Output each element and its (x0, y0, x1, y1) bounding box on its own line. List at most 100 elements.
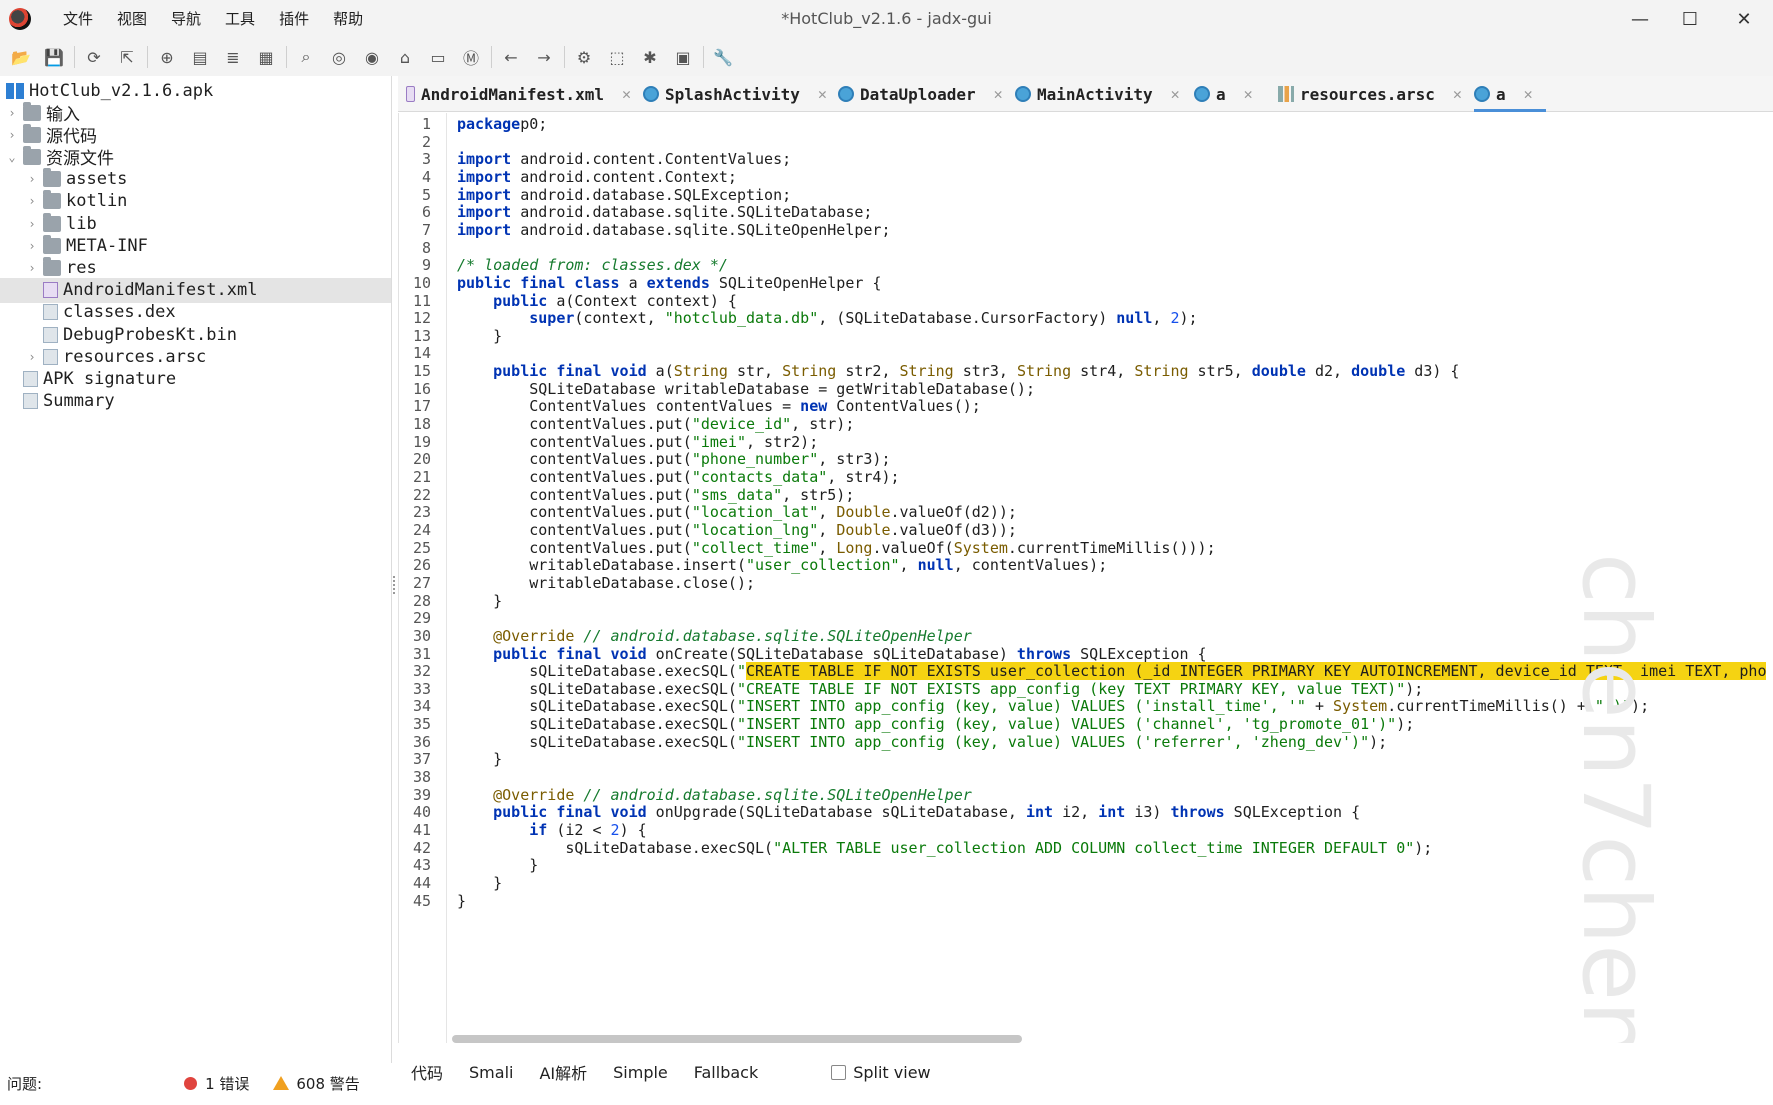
code-token: } (457, 856, 539, 875)
sync-icon[interactable]: ⊕ (154, 44, 180, 70)
manifest-icon (406, 86, 415, 102)
tab-a[interactable]: a ✕ (1194, 76, 1266, 112)
tree-item-label: APK signature (43, 368, 177, 389)
code-token: "collect_time" (691, 538, 819, 557)
error-count[interactable]: 1 错误 (205, 1073, 249, 1094)
code-editor[interactable]: 1 2 3 4 5 6 7 8 9 10 11 12 13 14 15 16 17 18 19 20 21 22 23 24 2… (398, 113, 1773, 1043)
search-icon[interactable]: ⌕ (293, 44, 319, 70)
method-icon[interactable]: Ⓜ (458, 44, 484, 70)
code-token: SQLException { (1224, 803, 1361, 822)
chevron-right-icon[interactable]: › (25, 217, 39, 231)
code-token: import (457, 185, 512, 204)
chevron-right-icon[interactable]: › (25, 261, 39, 275)
code-token: writableDatabase.insert( (457, 556, 746, 575)
menu-tools[interactable]: 工具 (213, 6, 267, 32)
code-token: } (457, 326, 503, 345)
save-icon[interactable]: 💾 (41, 44, 67, 70)
find-usage-icon[interactable]: ◉ (359, 44, 385, 70)
log-icon[interactable]: ▣ (670, 44, 696, 70)
settings-wrench-icon[interactable]: 🔧 (710, 44, 736, 70)
code-line: } (457, 326, 502, 346)
chevron-right-icon[interactable]: › (5, 106, 19, 120)
code-token: android.content.Context; (511, 167, 737, 186)
menu-bar: 文件 视图 导航 工具 插件 帮助 (51, 6, 375, 32)
code-token: ); (1414, 838, 1433, 857)
chevron-right-icon[interactable]: › (25, 172, 39, 186)
chevron-right-icon[interactable]: › (25, 239, 39, 253)
class-icon (838, 86, 854, 102)
watermark: chen7chen (1562, 553, 1669, 1043)
tab-close-icon[interactable]: ✕ (1524, 85, 1533, 103)
menu-file[interactable]: 文件 (51, 6, 105, 32)
code-token: "INSERT INTO app_config (key, value) VAL… (736, 715, 1397, 734)
code-token: 2 (610, 821, 620, 839)
code-token: if (529, 821, 548, 839)
horizontal-scrollbar[interactable] (452, 1035, 1022, 1043)
code-token: ) { (619, 821, 647, 839)
mode-fallback-tab[interactable]: Fallback (681, 1063, 771, 1082)
deobfuscation-icon[interactable]: ⚙ (571, 44, 597, 70)
bookmark-icon[interactable]: ⬚ (604, 44, 630, 70)
back-arrow-icon[interactable]: ← (498, 44, 524, 70)
code-token: sQLiteDatabase.execSQL( (457, 697, 737, 716)
chevron-right-icon[interactable]: › (25, 194, 39, 208)
flatten-icon[interactable]: ≣ (220, 44, 246, 70)
code-token: String (1134, 362, 1189, 381)
mode-smali-tab[interactable]: Smali (456, 1063, 526, 1082)
tab-resources-arsc[interactable]: resources.arsc ✕ (1278, 76, 1463, 112)
code-line: import android.database.sqlite.SQLiteOpe… (457, 220, 890, 240)
tab-datauploader[interactable]: DataUploader ✕ (838, 76, 1003, 112)
tab-close-icon[interactable]: ✕ (1453, 85, 1462, 103)
code-line: super(context, "hotclub_data.db", (SQLit… (457, 308, 1197, 328)
warning-count[interactable]: 608 警告 (296, 1073, 359, 1094)
code-token: CREATE TABLE IF NOT EXISTS user_collecti… (746, 662, 1767, 681)
tab-close-icon[interactable]: ✕ (1244, 85, 1253, 103)
mode-code-tab[interactable]: 代码 (398, 1060, 456, 1084)
code-token: Long (836, 538, 873, 557)
menu-navigation[interactable]: 导航 (159, 6, 213, 32)
package-icon (23, 123, 41, 143)
chevron-right-icon[interactable]: › (25, 350, 39, 364)
menu-plugins[interactable]: 插件 (267, 6, 321, 32)
folder-tree-icon[interactable]: ▤ (187, 44, 213, 70)
tab-mainactivity[interactable]: MainActivity ✕ (1015, 76, 1180, 112)
close-window-button[interactable]: ✕ (1716, 0, 1772, 38)
tab-androidmanifest-xml[interactable]: AndroidManifest.xml ✕ (406, 76, 631, 112)
signature-icon (23, 370, 38, 387)
code-token: // android.database.sqlite.SQLiteOpenHel… (574, 785, 972, 804)
minimize-button[interactable]: — (1612, 0, 1668, 38)
find-class-icon[interactable]: ◎ (326, 44, 352, 70)
chevron-down-icon[interactable]: ⌄ (5, 150, 19, 164)
chevron-right-icon[interactable]: › (5, 128, 19, 142)
maximize-button[interactable]: ☐ (1662, 0, 1718, 38)
tab-close-icon[interactable]: ✕ (622, 85, 631, 103)
export-icon[interactable]: ⇱ (114, 44, 140, 70)
tree-item-summary[interactable]: Summary (0, 389, 391, 414)
open-file-icon[interactable]: 📂 (8, 44, 34, 70)
mode-simple-tab[interactable]: Simple (600, 1063, 681, 1082)
debug-bug-icon[interactable]: ✱ (637, 44, 663, 70)
tab-splashactivity[interactable]: SplashActivity ✕ (643, 76, 828, 112)
code-token: int (1025, 803, 1054, 822)
menu-help[interactable]: 帮助 (321, 6, 375, 32)
tab-close-icon[interactable]: ✕ (994, 85, 1003, 103)
table-icon[interactable]: ▦ (253, 44, 279, 70)
tab-close-icon[interactable]: ✕ (818, 85, 827, 103)
menu-view[interactable]: 视图 (105, 6, 159, 32)
problems-label: 问题: (7, 1074, 43, 1093)
forward-arrow-icon[interactable]: → (531, 44, 557, 70)
mode-ai-tab[interactable]: AI解析 (526, 1060, 600, 1084)
split-view-checkbox[interactable] (831, 1064, 847, 1080)
tab-a-active[interactable]: a ✕ (1474, 76, 1546, 112)
tree-root-label: HotClub_v2.1.6.apk (29, 80, 214, 101)
panel-splitter[interactable] (393, 576, 397, 594)
reload-icon[interactable]: ⟳ (81, 44, 107, 70)
code-token: , str4); (827, 468, 900, 486)
tab-close-icon[interactable]: ✕ (1171, 85, 1180, 103)
code-line: sQLiteDatabase.execSQL("INSERT INTO app_… (457, 732, 1387, 752)
window-icon[interactable]: ▭ (425, 44, 451, 70)
code-token: /* loaded from: classes.dex */ (457, 256, 728, 275)
home-icon[interactable]: ⌂ (392, 44, 418, 70)
binary-file-icon (43, 326, 58, 343)
